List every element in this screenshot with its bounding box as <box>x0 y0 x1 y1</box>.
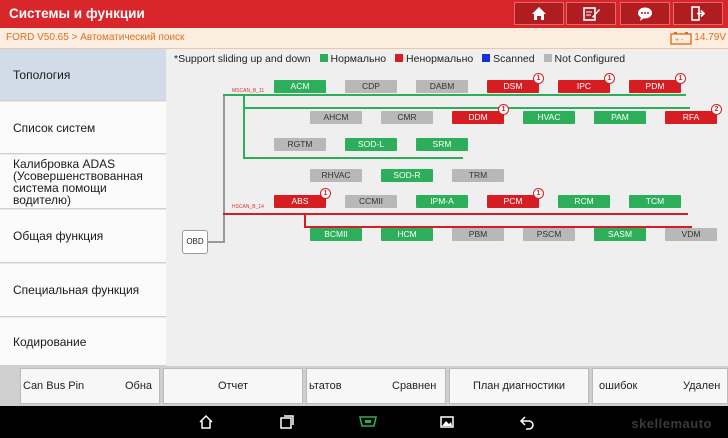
breadcrumb-bar: FORD V50.65 > Автоматический поиск + - 1… <box>0 28 728 49</box>
chat-icon <box>638 7 652 21</box>
breadcrumb: FORD V50.65 > Автоматический поиск <box>6 32 185 43</box>
home-button[interactable] <box>514 2 564 25</box>
legend-scanned-label: Scanned <box>493 53 535 66</box>
clear-label: Удален <box>683 380 721 392</box>
module-hvac[interactable]: HVAC <box>523 111 575 124</box>
module-rgtm[interactable]: RGTM <box>274 138 326 151</box>
module-ahcm[interactable]: AHCM <box>310 111 362 124</box>
fault-badge-ddm: 1 <box>498 104 509 115</box>
module-cdp[interactable]: CDP <box>345 80 397 93</box>
module-sod-r[interactable]: SOD-R <box>381 169 433 182</box>
mscan-branch <box>243 95 245 159</box>
vci-icon[interactable] <box>357 414 379 430</box>
module-ddm[interactable]: DDM <box>452 111 504 124</box>
module-pcm[interactable]: PCM <box>487 195 539 208</box>
action-bar: Can Bus Pin Обна Отчет ьтатов Сравнен Пл… <box>0 366 728 406</box>
module-tcm[interactable]: TCM <box>629 195 681 208</box>
module-ipm-a[interactable]: IPM-A <box>416 195 468 208</box>
fault-badge-pcm: 1 <box>533 188 544 199</box>
legend-hint: *Support sliding up and down <box>174 53 311 66</box>
module-pbm[interactable]: PBM <box>452 228 504 241</box>
fault-badge-dsm: 1 <box>533 73 544 84</box>
module-pam[interactable]: PAM <box>594 111 646 124</box>
module-rcm[interactable]: RCM <box>558 195 610 208</box>
fault-badge-abs: 1 <box>320 188 331 199</box>
legend-not-configured-swatch <box>543 54 552 63</box>
module-pscm[interactable]: PSCM <box>523 228 575 241</box>
home-icon <box>532 7 546 20</box>
refresh-label: Обна <box>125 380 153 392</box>
compare-results-button[interactable]: ьтатов Сравнен <box>306 368 446 404</box>
module-vdm[interactable]: VDM <box>665 228 717 241</box>
legend-abnormal-label: Ненормально <box>406 53 474 66</box>
can-bus-pin-button[interactable]: Can Bus Pin Обна <box>20 368 160 404</box>
chat-button[interactable] <box>620 2 670 25</box>
diagnostic-plan-button[interactable]: План диагностики <box>449 368 589 404</box>
legend: *Support sliding up and down Нормально Н… <box>174 53 625 65</box>
module-bcmii[interactable]: BCMII <box>310 228 362 241</box>
legend-abnormal-swatch <box>395 54 404 63</box>
sidebar-item-system-list[interactable]: Список систем <box>0 102 166 154</box>
module-rhvac[interactable]: RHVAC <box>310 169 362 182</box>
diagnostic-plan-label: План диагностики <box>472 380 566 392</box>
system-nav-bar: skellemauto <box>0 406 728 438</box>
exit-button[interactable] <box>673 2 723 25</box>
compare-label: Сравнен <box>392 380 437 392</box>
screenshot-icon[interactable] <box>439 414 455 430</box>
mscan-bus-top <box>223 94 686 96</box>
clear-codes-button[interactable]: ошибок Удален <box>592 368 728 404</box>
fault-badge-rfa: 2 <box>711 104 722 115</box>
module-hcm[interactable]: HCM <box>381 228 433 241</box>
codes-label: ошибок <box>599 380 638 392</box>
report-edit-button[interactable] <box>566 2 616 25</box>
module-cmr[interactable]: CMR <box>381 111 433 124</box>
exit-icon <box>691 6 706 21</box>
report-edit-icon <box>583 7 600 21</box>
sidebar-item-special-function[interactable]: Специальная функция <box>0 264 166 317</box>
fault-badge-pdm: 1 <box>675 73 686 84</box>
module-ccmii[interactable]: CCMII <box>345 195 397 208</box>
battery-icon: + - <box>670 32 692 45</box>
legend-not-configured-label: Not Configured <box>554 53 626 66</box>
mscan-bus-row2 <box>243 107 690 109</box>
module-sod-l[interactable]: SOD-L <box>345 138 397 151</box>
voltage-readout: 14.79V <box>694 32 726 43</box>
mscan-bus-row3 <box>243 157 463 159</box>
module-sasm[interactable]: SASM <box>594 228 646 241</box>
module-trm[interactable]: TRM <box>452 169 504 182</box>
module-ipc[interactable]: IPC <box>558 80 610 93</box>
home-nav-icon[interactable] <box>198 414 214 430</box>
sidebar-item-topology[interactable]: Топология <box>0 49 166 101</box>
can-bus-pin-label: Can Bus Pin <box>23 380 85 392</box>
page-title: Системы и функции <box>9 6 145 21</box>
legend-normal-swatch <box>319 54 328 63</box>
recents-icon[interactable] <box>279 414 295 430</box>
report-label: Отчет <box>217 380 249 392</box>
module-srm[interactable]: SRM <box>416 138 468 151</box>
sidebar: Топология Список систем Калибровка ADAS … <box>0 49 166 366</box>
report-button[interactable]: Отчет <box>163 368 303 404</box>
hscan-bus-top <box>223 213 688 215</box>
back-icon[interactable] <box>519 414 535 430</box>
sidebar-item-general-function[interactable]: Общая функция <box>0 210 166 263</box>
svg-text:+ -: + - <box>675 37 684 44</box>
fault-badge-ipc: 1 <box>604 73 615 84</box>
module-dabm[interactable]: DABM <box>416 80 468 93</box>
sidebar-item-adas-calibration[interactable]: Калибровка ADAS (Усовершенствованная сис… <box>0 155 166 209</box>
obd-node[interactable]: OBD <box>182 230 208 254</box>
module-pdm[interactable]: PDM <box>629 80 681 93</box>
title-bar: Системы и функции <box>0 0 728 28</box>
module-rfa[interactable]: RFA <box>665 111 717 124</box>
sidebar-item-coding[interactable]: Кодирование <box>0 318 166 366</box>
obd-link <box>208 241 224 243</box>
watermark: skellemauto <box>631 416 712 431</box>
legend-normal-label: Нормально <box>330 53 387 66</box>
bus-label-hscan: HSCAN_B_14 <box>232 204 264 210</box>
results-label: ьтатов <box>309 380 342 392</box>
legend-scanned-swatch <box>482 54 491 63</box>
module-dsm[interactable]: DSM <box>487 80 539 93</box>
module-acm[interactable]: ACM <box>274 80 326 93</box>
module-abs[interactable]: ABS <box>274 195 326 208</box>
obd-trunk <box>223 95 225 243</box>
